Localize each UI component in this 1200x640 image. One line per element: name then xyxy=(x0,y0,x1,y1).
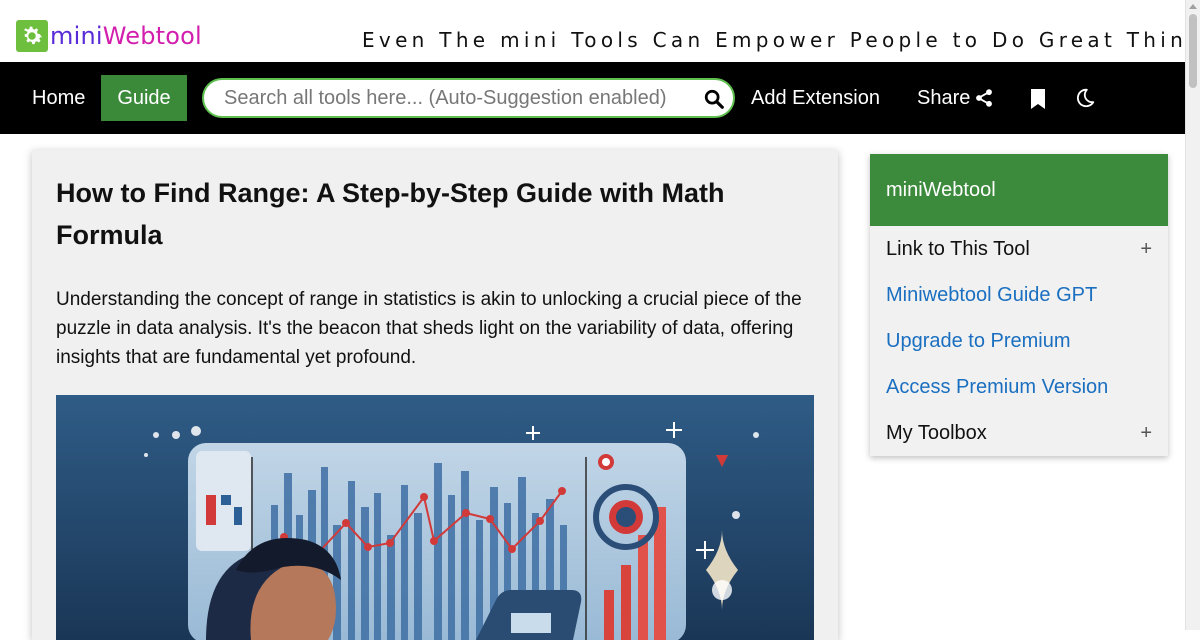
expand-plus-icon[interactable]: + xyxy=(1140,226,1152,272)
nav-bar: Home Guide Add Extension Share xyxy=(0,62,1185,134)
bookmark-icon[interactable] xyxy=(1029,88,1047,110)
logo-mini: mini xyxy=(50,22,103,50)
article-intro: Understanding the concept of range in st… xyxy=(56,289,802,368)
nav-home-link[interactable]: Home xyxy=(16,75,101,121)
logo-webtool: Webtool xyxy=(102,22,202,50)
hero-illustration xyxy=(56,395,814,640)
sidebar-item-link-to-tool[interactable]: Link to This Tool + xyxy=(870,226,1168,272)
sidebar-item-label: My Toolbox xyxy=(886,422,987,444)
scroll-thumb[interactable] xyxy=(1189,14,1197,88)
sidebar: miniWebtool Link to This Tool + Miniwebt… xyxy=(870,154,1168,456)
sidebar-item-guide-gpt[interactable]: Miniwebtool Guide GPT xyxy=(870,272,1168,318)
sidebar-item-label: Upgrade to Premium xyxy=(886,330,1071,352)
moon-icon[interactable] xyxy=(1074,87,1096,109)
search-box xyxy=(202,78,735,118)
article-title: How to Find Range: A Step-by-Step Guide … xyxy=(56,178,725,250)
search-input[interactable] xyxy=(224,80,694,116)
add-extension-link[interactable]: Add Extension xyxy=(751,75,880,121)
article-card: How to Find Range: A Step-by-Step Guide … xyxy=(32,150,838,640)
scroll-up-arrow-icon[interactable] xyxy=(1189,4,1197,9)
logo-text: miniWebtool xyxy=(50,20,202,52)
sidebar-item-access-premium[interactable]: Access Premium Version xyxy=(870,364,1168,410)
share-icon xyxy=(976,89,993,107)
site-logo[interactable]: miniWebtool xyxy=(16,20,202,52)
share-label: Share xyxy=(917,87,971,109)
gear-icon xyxy=(16,20,48,52)
sidebar-item-label: Link to This Tool xyxy=(886,238,1030,260)
tagline: Even The mini Tools Can Empower People t… xyxy=(362,28,1200,52)
sidebar-item-upgrade-premium[interactable]: Upgrade to Premium xyxy=(870,318,1168,364)
page-scrollbar[interactable] xyxy=(1185,0,1200,630)
sidebar-item-label: Access Premium Version xyxy=(886,376,1109,398)
expand-plus-icon[interactable]: + xyxy=(1140,410,1152,456)
brand-bar: miniWebtool Even The mini Tools Can Empo… xyxy=(0,0,1200,62)
share-button[interactable]: Share xyxy=(917,75,994,121)
sidebar-item-label: Miniwebtool Guide GPT xyxy=(886,284,1098,306)
sidebar-item-my-toolbox[interactable]: My Toolbox + xyxy=(870,410,1168,456)
search-icon[interactable] xyxy=(703,88,725,110)
sidebar-header: miniWebtool xyxy=(870,154,1168,226)
article-hero-image xyxy=(56,395,814,640)
nav-guide-link[interactable]: Guide xyxy=(101,75,187,121)
